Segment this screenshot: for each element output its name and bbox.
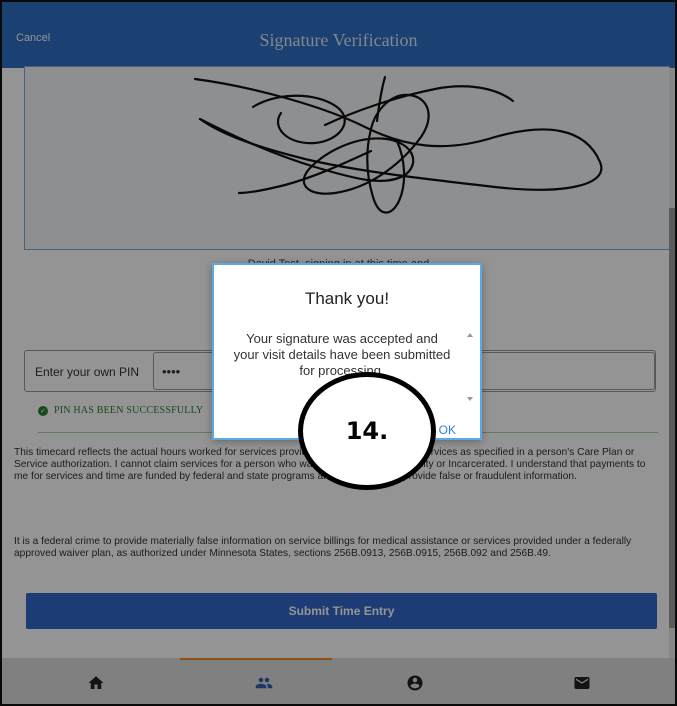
- ok-button[interactable]: OK: [439, 423, 456, 437]
- step-number-callout: 14.: [298, 372, 436, 490]
- step-number-label: 14.: [345, 417, 389, 445]
- dialog-title: Thank you!: [304, 289, 390, 308]
- dialog-scrollbar[interactable]: [466, 331, 474, 403]
- dialog-message: Your signature was accepted and your vis…: [233, 331, 451, 378]
